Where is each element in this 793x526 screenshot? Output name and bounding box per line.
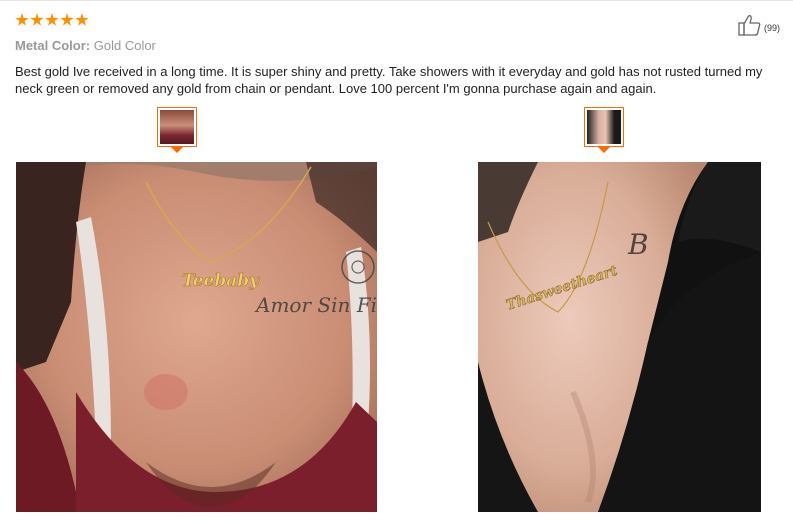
caret-down-icon — [171, 147, 183, 153]
review-photo[interactable]: Thasweetheart B — [478, 162, 761, 512]
star-icon — [45, 13, 59, 26]
star-rating — [15, 13, 89, 29]
caret-down-icon — [598, 147, 610, 153]
attribute-value: Gold Color — [93, 38, 156, 53]
review-photo[interactable]: Teebaby Amor Sin Fin — [16, 162, 377, 512]
star-icon — [15, 13, 29, 26]
tattoo-text: B — [627, 228, 649, 261]
thumbs-up-icon — [738, 14, 762, 41]
helpful-button[interactable]: (99) — [738, 14, 780, 41]
star-icon — [30, 13, 44, 26]
review-content: Best gold Ive received in a long time. I… — [15, 64, 763, 96]
sku-attribute: Metal Color: Gold Color — [15, 38, 156, 53]
helpful-count: (99) — [764, 22, 781, 33]
pendant-text: Teebaby — [182, 271, 260, 291]
photo-thumbnail[interactable] — [157, 107, 197, 147]
star-icon — [75, 13, 89, 26]
review-item: Metal Color: Gold Color (99) Best gold I… — [0, 0, 793, 526]
star-icon — [60, 13, 74, 26]
tattoo-text: Amor Sin Fin — [254, 293, 377, 317]
attribute-label: Metal Color: — [15, 38, 91, 53]
divider — [0, 0, 793, 1]
photo-thumbnail[interactable] — [584, 107, 624, 147]
